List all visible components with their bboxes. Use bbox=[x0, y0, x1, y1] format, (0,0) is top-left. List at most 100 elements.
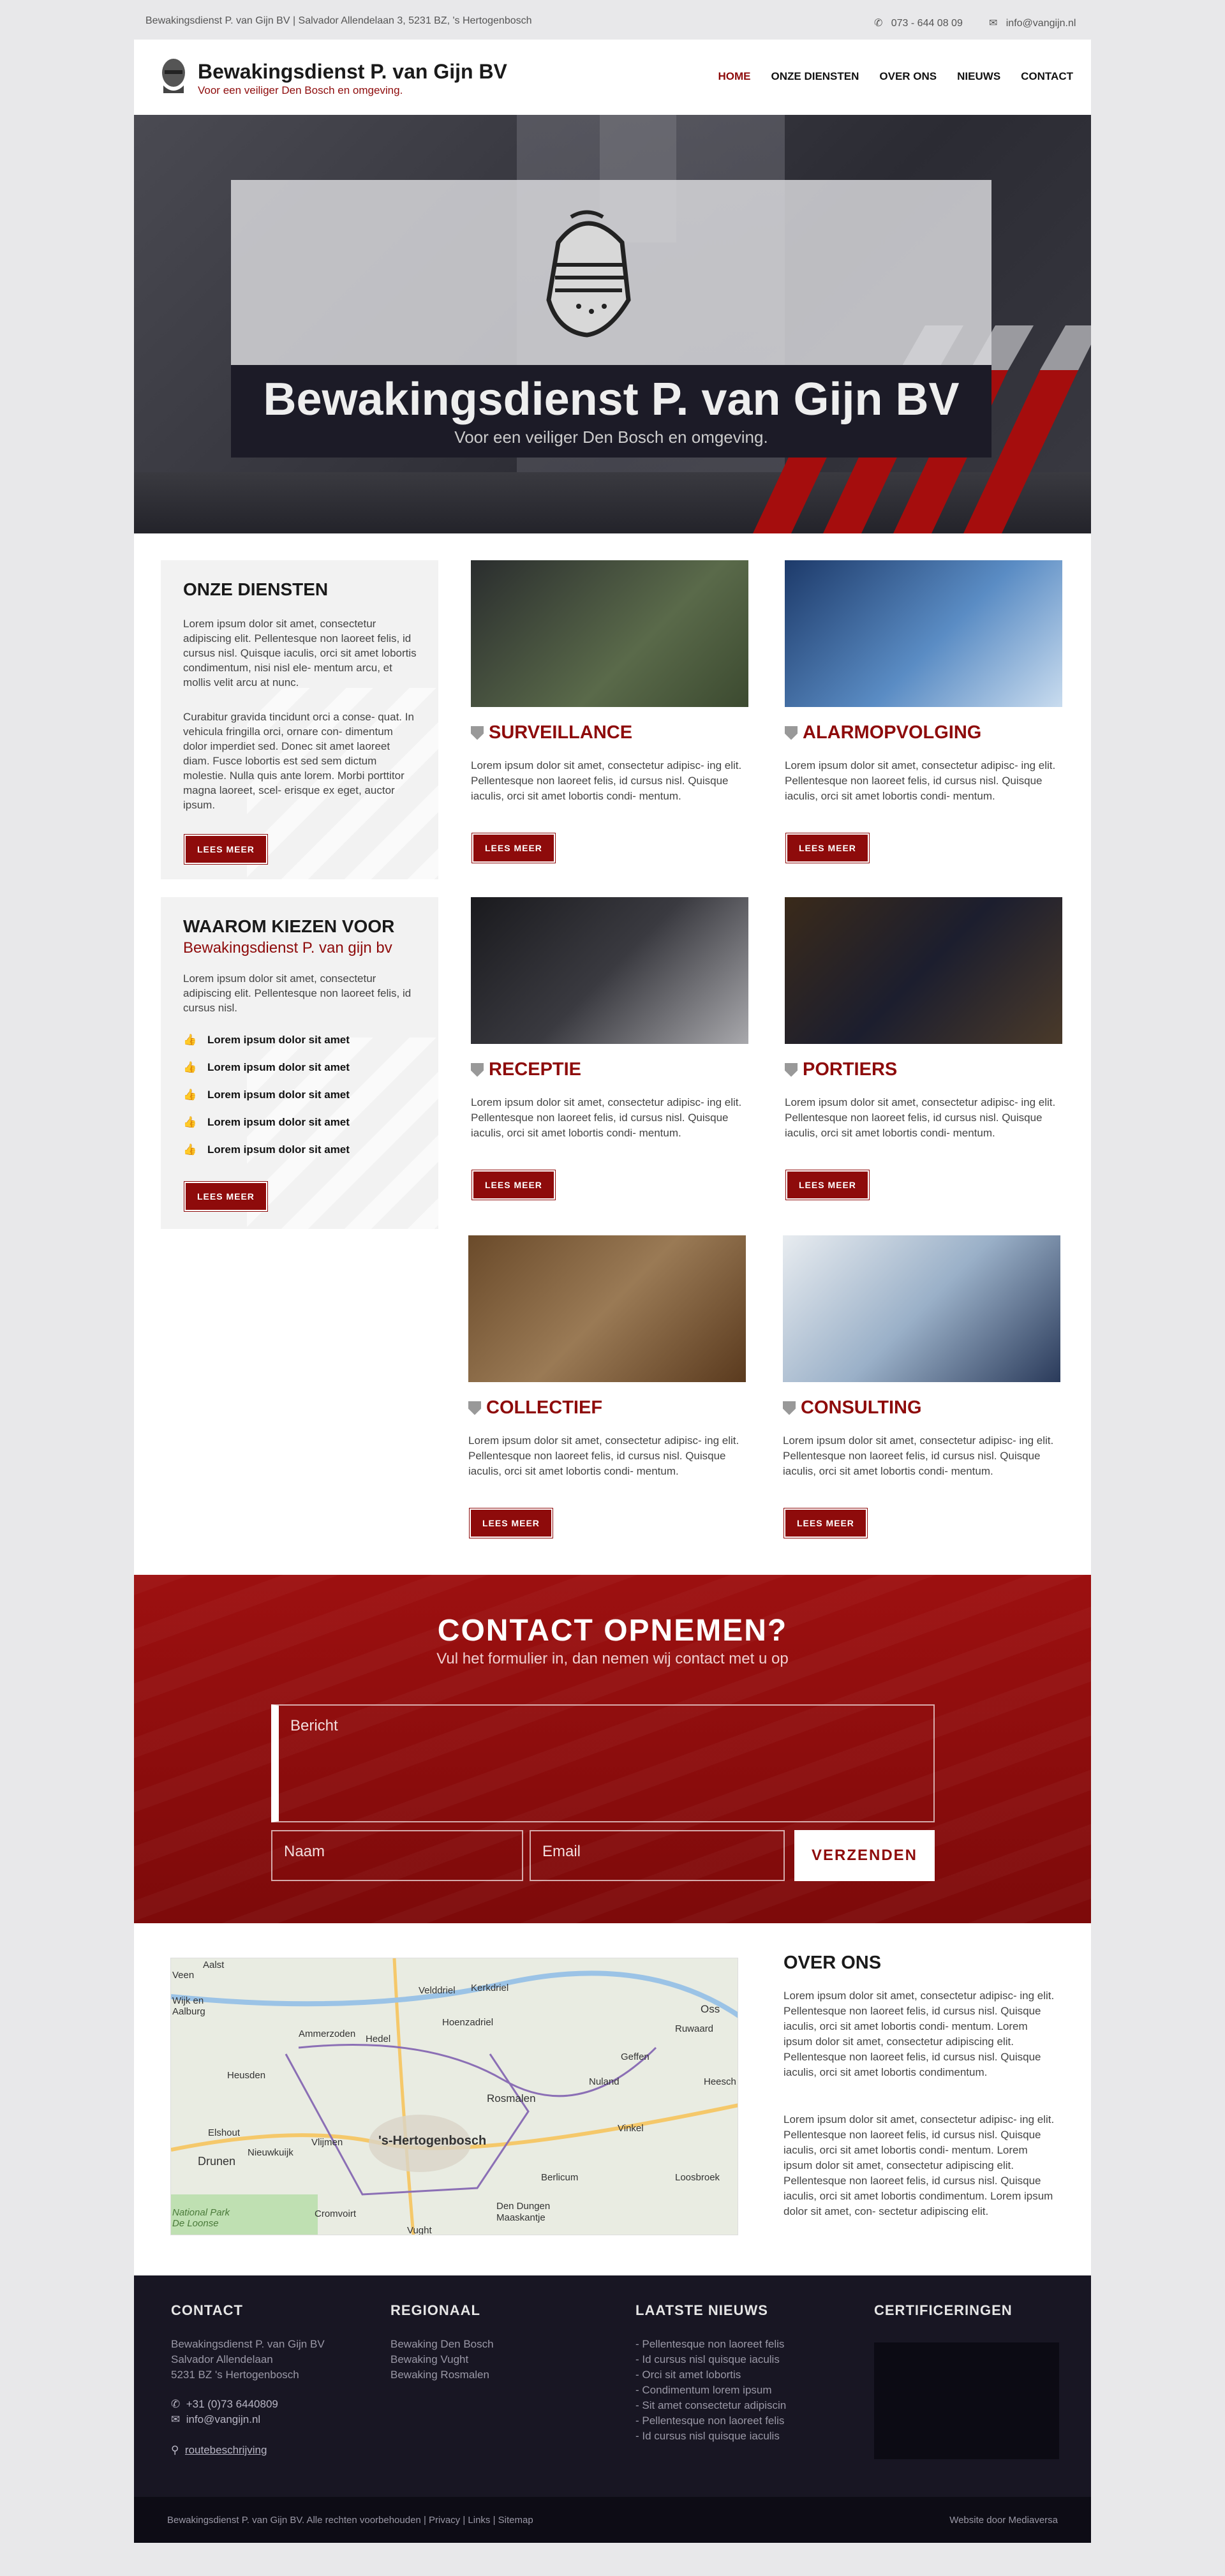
map-label: Aalst bbox=[203, 1960, 225, 1970]
receptie-lees-meer-button[interactable]: LEES MEER bbox=[472, 1170, 555, 1200]
site-name[interactable]: Bewakingsdienst P. van Gijn BV bbox=[198, 60, 507, 84]
shield-icon bbox=[471, 1062, 484, 1077]
map-label: Heesch bbox=[704, 2076, 736, 2087]
over-ons-text-1: Lorem ipsum dolor sit amet, consectetur … bbox=[783, 1990, 1055, 2078]
service-title-text: ALARMOPVOLGING bbox=[803, 722, 982, 743]
contact-title: CONTACT OPNEMEN? bbox=[437, 1614, 788, 1648]
map-label: Drunen bbox=[198, 2155, 236, 2168]
onze-diensten-lees-meer-button[interactable]: LEES MEER bbox=[184, 835, 267, 864]
waarom-subtitle: Bewakingsdienst P. van gijn bv bbox=[183, 939, 392, 957]
thumbs-up-icon: 👍 bbox=[183, 1089, 197, 1101]
top-email[interactable]: ✉ info@vangijn.nl bbox=[989, 17, 1076, 29]
top-phone[interactable]: ✆ 073 - 644 08 09 bbox=[874, 17, 963, 29]
nav-nieuws[interactable]: NIEUWS bbox=[957, 70, 1000, 83]
service-title[interactable]: RECEPTIE bbox=[471, 1059, 581, 1080]
thumbs-up-icon: 👍 bbox=[183, 1116, 197, 1128]
regionaal-link[interactable]: Bewaking Den Bosch bbox=[390, 2337, 494, 2352]
footer-email[interactable]: ✉ info@vangijn.nl bbox=[171, 2412, 260, 2427]
regionaal-link[interactable]: Bewaking Vught bbox=[390, 2352, 468, 2367]
top-email-text: info@vangijn.nl bbox=[1006, 18, 1076, 29]
portiers-lees-meer-button[interactable]: LEES MEER bbox=[786, 1170, 869, 1200]
waarom-item: 👍 Lorem ipsum dolor sit amet bbox=[183, 1034, 350, 1046]
map-label: Geffen bbox=[621, 2051, 650, 2062]
portiers-image[interactable] bbox=[785, 897, 1062, 1044]
message-field[interactable]: Bericht bbox=[271, 1704, 935, 1822]
collectief-image[interactable] bbox=[468, 1235, 746, 1382]
service-title[interactable]: ALARMOPVOLGING bbox=[785, 722, 981, 743]
nav-over-ons[interactable]: OVER ONS bbox=[879, 70, 937, 83]
waarom-item-label: Lorem ipsum dolor sit amet bbox=[207, 1061, 350, 1073]
waarom-box: WAAROM KIEZEN VOOR Bewakingsdienst P. va… bbox=[161, 897, 438, 1229]
map-label: Kerkdriel bbox=[471, 1983, 509, 1993]
collectief-lees-meer-button[interactable]: LEES MEER bbox=[470, 1508, 553, 1538]
nieuws-link[interactable]: - Id cursus nisl quisque iaculis bbox=[635, 2352, 780, 2367]
name-field[interactable]: Naam bbox=[271, 1830, 523, 1881]
footer-phone-text: +31 (0)73 6440809 bbox=[186, 2398, 278, 2410]
footer-contact-title: CONTACT bbox=[171, 2302, 243, 2318]
consulting-image[interactable] bbox=[783, 1235, 1060, 1382]
service-title-text: COLLECTIEF bbox=[486, 1397, 603, 1418]
consulting-lees-meer-button[interactable]: LEES MEER bbox=[784, 1508, 867, 1538]
map-label: Rosmalen bbox=[487, 2092, 536, 2104]
credit-link[interactable]: Website door Mediaversa bbox=[949, 2515, 1058, 2526]
nav-onze-diensten[interactable]: ONZE DIENSTEN bbox=[771, 70, 859, 83]
waarom-lees-meer-button[interactable]: LEES MEER bbox=[184, 1182, 267, 1211]
footer-city: 5231 BZ 's Hertogenbosch bbox=[171, 2369, 299, 2381]
map-label: Maaskantje bbox=[496, 2212, 546, 2223]
map-label: Ruwaard bbox=[675, 2023, 714, 2034]
footer-nieuws-title: LAATSTE NIEUWS bbox=[635, 2302, 768, 2318]
waarom-text: Lorem ipsum dolor sit amet, consectetur … bbox=[183, 972, 412, 1014]
email-field[interactable]: Email bbox=[530, 1830, 785, 1881]
waarom-item-label: Lorem ipsum dolor sit amet bbox=[207, 1116, 350, 1128]
service-title[interactable]: COLLECTIEF bbox=[468, 1397, 602, 1418]
footer-phone[interactable]: ✆ +31 (0)73 6440809 bbox=[171, 2397, 278, 2412]
map-label: Elshout bbox=[208, 2127, 241, 2138]
phone-icon: ✆ bbox=[874, 18, 883, 29]
service-title[interactable]: PORTIERS bbox=[785, 1059, 897, 1080]
service-card-receptie: RECEPTIE Lorem ipsum dolor sit amet, con… bbox=[471, 897, 748, 1203]
nieuws-link[interactable]: - Orci sit amet lobortis bbox=[635, 2367, 741, 2383]
copyright-links[interactable]: Bewakingsdienst P. van Gijn BV. Alle rec… bbox=[167, 2515, 533, 2526]
nav-home[interactable]: HOME bbox=[718, 70, 751, 83]
footer-street: Salvador Allendelaan bbox=[171, 2353, 273, 2365]
over-ons-text-2: Lorem ipsum dolor sit amet, consectetur … bbox=[783, 2113, 1055, 2217]
alarmopvolging-lees-meer-button[interactable]: LEES MEER bbox=[786, 833, 869, 863]
service-title-text: PORTIERS bbox=[803, 1059, 898, 1080]
service-title[interactable]: SURVEILLANCE bbox=[471, 722, 632, 743]
waarom-item: 👍 Lorem ipsum dolor sit amet bbox=[183, 1143, 350, 1156]
knight-helmet-icon[interactable] bbox=[158, 56, 189, 96]
nav-contact[interactable]: CONTACT bbox=[1021, 70, 1073, 83]
footer-company: Bewakingsdienst P. van Gijn BV bbox=[171, 2338, 325, 2350]
map-label: Ammerzoden bbox=[299, 2029, 356, 2039]
map[interactable]: Aalst Veen Wijk en Aalburg Velddriel Ker… bbox=[170, 1958, 738, 2235]
shield-icon bbox=[785, 726, 798, 740]
receptie-image[interactable] bbox=[471, 897, 748, 1044]
surveillance-lees-meer-button[interactable]: LEES MEER bbox=[472, 833, 555, 863]
map-label: Veen bbox=[172, 1970, 195, 1981]
waarom-item: 👍 Lorem ipsum dolor sit amet bbox=[183, 1116, 350, 1129]
nieuws-link[interactable]: - Sit amet consectetur adipiscin bbox=[635, 2398, 786, 2413]
alarmopvolging-image[interactable] bbox=[785, 560, 1062, 707]
map-label: Vlijmen bbox=[311, 2137, 343, 2148]
thumbs-up-icon: 👍 bbox=[183, 1143, 197, 1156]
contact-subtitle: Vul het formulier in, dan nemen wij cont… bbox=[436, 1650, 789, 1667]
nieuws-link[interactable]: - Id cursus nisl quisque iaculis bbox=[635, 2429, 780, 2444]
regionaal-link[interactable]: Bewaking Rosmalen bbox=[390, 2367, 489, 2383]
onze-diensten-text-1: Lorem ipsum dolor sit amet, consectetur … bbox=[183, 618, 417, 689]
surveillance-image[interactable] bbox=[471, 560, 748, 707]
footer-cert-title: CERTIFICERINGEN bbox=[874, 2302, 1013, 2318]
thumbs-up-icon: 👍 bbox=[183, 1034, 197, 1046]
bottom-bar: Bewakingsdienst P. van Gijn BV. Alle rec… bbox=[134, 2497, 1091, 2543]
shield-icon bbox=[471, 726, 484, 740]
map-label: Hedel bbox=[366, 2034, 391, 2044]
nieuws-link[interactable]: - Pellentesque non laoreet felis bbox=[635, 2413, 784, 2429]
footer-route[interactable]: ⚲ routebeschrijving bbox=[171, 2443, 267, 2458]
send-button[interactable]: VERZENDEN bbox=[794, 1830, 935, 1881]
nieuws-link[interactable]: - Condimentum lorem ipsum bbox=[635, 2383, 772, 2398]
waarom-item-label: Lorem ipsum dolor sit amet bbox=[207, 1034, 350, 1046]
service-card-collectief: COLLECTIEF Lorem ipsum dolor sit amet, c… bbox=[468, 1235, 746, 1542]
map-label: Velddriel bbox=[419, 1985, 456, 1996]
over-ons-title: OVER ONS bbox=[783, 1953, 882, 1973]
service-title[interactable]: CONSULTING bbox=[783, 1397, 922, 1418]
nieuws-link[interactable]: - Pellentesque non laoreet felis bbox=[635, 2337, 784, 2352]
